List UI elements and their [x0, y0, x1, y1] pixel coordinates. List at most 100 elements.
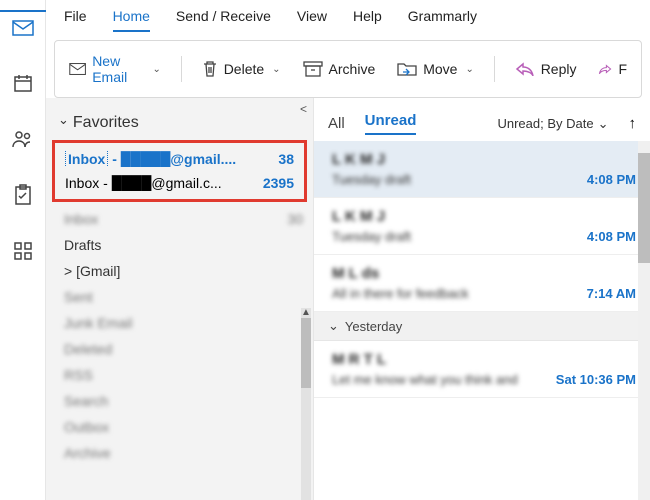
- rail-mail[interactable]: [0, 10, 46, 44]
- message-list: L K M J Tuesday draft 4:08 PM L K M J Tu…: [314, 141, 650, 500]
- folder-label: Inbox -: [65, 175, 112, 191]
- scroll-thumb[interactable]: [301, 318, 311, 388]
- folder-row[interactable]: Deleted: [64, 336, 303, 362]
- people-icon: [12, 130, 34, 148]
- date-group-header[interactable]: ⌄ Yesterday: [314, 312, 650, 341]
- forward-button[interactable]: F: [592, 57, 633, 81]
- rail-tasks[interactable]: [0, 178, 46, 212]
- tasks-icon: [14, 184, 32, 206]
- apps-grid-icon: [14, 242, 32, 260]
- message-item[interactable]: M L ds All in there for feedback 7:14 AM: [314, 255, 650, 312]
- message-item[interactable]: M R T L Let me know what you think and S…: [314, 341, 650, 398]
- app-rail: [0, 0, 46, 500]
- folder-row[interactable]: Sent: [64, 284, 303, 310]
- scroll-up-icon[interactable]: ▲: [301, 308, 311, 318]
- group-label: Yesterday: [345, 319, 402, 334]
- mail-plus-icon: [69, 61, 86, 77]
- message-preview: Let me know what you think and: [332, 372, 518, 387]
- folder-inbox-account2[interactable]: Inbox - ████@gmail.c... 2395: [59, 171, 300, 195]
- new-email-button[interactable]: New Email ⌄: [63, 49, 167, 89]
- message-item[interactable]: L K M J Tuesday draft 4:08 PM: [314, 198, 650, 255]
- tab-all[interactable]: All: [328, 115, 345, 132]
- unread-count: 38: [278, 151, 294, 167]
- ribbon-divider: [494, 56, 495, 82]
- folder-gmail-group[interactable]: > [Gmail]: [64, 258, 303, 284]
- nav-scrollbar[interactable]: ▲: [301, 308, 311, 500]
- menu-file[interactable]: File: [64, 8, 87, 32]
- folder-row[interactable]: Outbox: [64, 414, 303, 440]
- sort-direction-toggle[interactable]: ↑: [629, 115, 637, 132]
- chevron-down-icon: ⌄: [598, 116, 609, 132]
- sort-label: Unread; By Date: [497, 116, 593, 131]
- account-fragment: @gmail.c...: [151, 175, 221, 191]
- message-list-pane: All Unread Unread; By Date ⌄ ↑ L K M J T…: [314, 98, 650, 500]
- favorites-header[interactable]: Favorites: [46, 98, 313, 138]
- message-time: 4:08 PM: [587, 229, 636, 244]
- folder-pane: < Favorites Inbox - █████@gmail.... 38 I…: [46, 98, 314, 500]
- folder-drafts[interactable]: Drafts: [64, 232, 303, 258]
- delete-button[interactable]: Delete ⌄: [196, 56, 287, 82]
- new-email-label: New Email: [92, 53, 144, 85]
- menubar: File Home Send / Receive View Help Gramm…: [46, 0, 650, 34]
- chevron-down-icon[interactable]: ⌄: [152, 64, 160, 75]
- forward-label: F: [618, 61, 627, 77]
- chevron-down-icon: ⌄: [328, 318, 339, 334]
- message-preview: Tuesday draft: [332, 172, 411, 187]
- folder-row[interactable]: Junk Email: [64, 310, 303, 336]
- message-preview: All in there for feedback: [332, 286, 469, 301]
- message-preview: Tuesday draft: [332, 229, 411, 244]
- trash-icon: [202, 60, 218, 78]
- mail-icon: [12, 20, 34, 36]
- folder-inbox-account1[interactable]: Inbox - █████@gmail.... 38: [59, 147, 300, 171]
- archive-icon: [303, 61, 323, 77]
- message-from: M R T L: [332, 351, 518, 368]
- move-folder-icon: [397, 61, 417, 77]
- tab-unread[interactable]: Unread: [365, 112, 417, 135]
- menu-home[interactable]: Home: [113, 8, 150, 32]
- message-from: M L ds: [332, 265, 469, 282]
- reply-button[interactable]: Reply: [509, 57, 583, 81]
- message-from: L K M J: [332, 208, 411, 225]
- folder-row[interactable]: Archive: [64, 440, 303, 466]
- folder-row[interactable]: Inbox30: [64, 206, 303, 232]
- move-label: Move: [423, 61, 457, 77]
- reply-label: Reply: [541, 61, 577, 77]
- forward-arrow-icon: [598, 62, 612, 76]
- sort-dropdown[interactable]: Unread; By Date ⌄: [497, 116, 608, 132]
- folder-tree: Inbox30 Drafts > [Gmail] Sent Junk Email…: [46, 204, 313, 466]
- folder-row[interactable]: RSS: [64, 362, 303, 388]
- menu-send-receive[interactable]: Send / Receive: [176, 8, 271, 32]
- reply-arrow-icon: [515, 62, 535, 76]
- message-time: 4:08 PM: [587, 172, 636, 187]
- chevron-down-icon[interactable]: ⌄: [272, 64, 280, 75]
- calendar-icon: [13, 73, 33, 93]
- ribbon-divider: [181, 56, 182, 82]
- archive-button[interactable]: Archive: [297, 57, 382, 81]
- menu-help[interactable]: Help: [353, 8, 382, 32]
- delete-label: Delete: [224, 61, 264, 77]
- unread-count: 2395: [263, 175, 294, 191]
- folder-row[interactable]: Search: [64, 388, 303, 414]
- menu-grammarly[interactable]: Grammarly: [408, 8, 477, 32]
- content-split: < Favorites Inbox - █████@gmail.... 38 I…: [46, 98, 650, 500]
- folder-label: Inbox: [65, 151, 108, 167]
- move-button[interactable]: Move ⌄: [391, 57, 480, 81]
- ribbon: New Email ⌄ Delete ⌄ Archive Move ⌄ Repl…: [54, 40, 642, 98]
- message-time: 7:14 AM: [587, 286, 636, 301]
- scroll-thumb[interactable]: [638, 153, 650, 263]
- rail-calendar[interactable]: [0, 66, 46, 100]
- list-scrollbar[interactable]: [638, 141, 650, 500]
- chevron-down-icon[interactable]: ⌄: [465, 64, 473, 75]
- annotation-highlight-box: Inbox - █████@gmail.... 38 Inbox - ████@…: [52, 140, 307, 202]
- filter-bar: All Unread Unread; By Date ⌄ ↑: [314, 98, 650, 141]
- message-item[interactable]: L K M J Tuesday draft 4:08 PM: [314, 141, 650, 198]
- message-from: L K M J: [332, 151, 411, 168]
- collapse-pane-icon[interactable]: <: [300, 102, 307, 116]
- message-time: Sat 10:36 PM: [556, 372, 636, 387]
- menu-view[interactable]: View: [297, 8, 327, 32]
- main-area: File Home Send / Receive View Help Gramm…: [46, 0, 650, 500]
- archive-label: Archive: [329, 61, 376, 77]
- rail-people[interactable]: [0, 122, 46, 156]
- account-fragment: @gmail....: [170, 151, 236, 167]
- rail-apps[interactable]: [0, 234, 46, 268]
